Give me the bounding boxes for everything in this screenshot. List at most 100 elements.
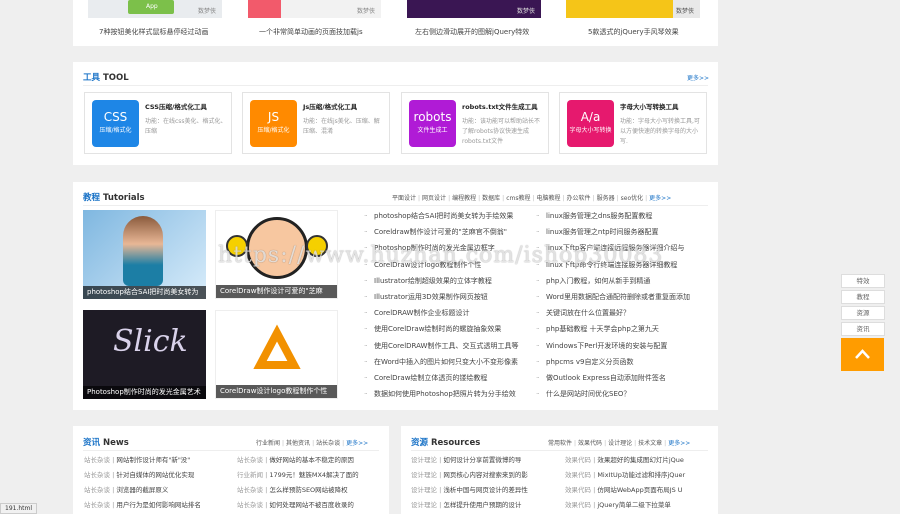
list-item[interactable]: 在Word中插入的图片如何只变大小不变形像素 bbox=[364, 354, 524, 370]
list-item[interactable]: 什么是网站时间优化SEO？ bbox=[536, 386, 708, 402]
list-item[interactable]: 站长杂谈 | 浏览器的截屏原义 bbox=[84, 483, 224, 498]
list-item[interactable]: Windows下Perl开发环境的安装与配置 bbox=[536, 338, 708, 354]
thumbnail-caption-1[interactable]: 7种按钮美化样式鼠标悬停经过动画 bbox=[99, 27, 208, 37]
back-to-top-button[interactable] bbox=[841, 338, 884, 371]
resources-nav-item[interactable]: 技术文章 bbox=[636, 440, 664, 447]
triangle-logo-icon bbox=[253, 324, 301, 369]
list-item[interactable]: CorelDraw绘制立体透页的镂绘教程 bbox=[364, 370, 524, 386]
list-item[interactable]: 效果代码 | MixItUp功能过滤和排序jQuer bbox=[565, 468, 707, 483]
list-item[interactable]: 站长杂谈 | 网站制作设计师有"新"没" bbox=[84, 453, 224, 468]
list-item[interactable]: 效果代码 | 效果超好的集成图幻灯片jQue bbox=[565, 453, 707, 468]
thumbnail-3[interactable]: 数梦侠 bbox=[407, 0, 541, 18]
resources-nav-item[interactable]: 设计理论 bbox=[606, 440, 634, 447]
list-item[interactable]: Illustrator绘制超级效果的立体字教程 bbox=[364, 273, 524, 289]
css-tool-icon: CSS 压缩/格式化 bbox=[92, 100, 139, 147]
resources-more-link[interactable]: 更多>> bbox=[666, 440, 692, 447]
list-item[interactable]: 数据如何使用Photoshop把照片转为分手绘效 bbox=[364, 386, 524, 402]
side-nav-tutorials[interactable]: 教程 bbox=[841, 290, 885, 304]
tools-divider bbox=[83, 85, 708, 86]
news-nav: 行业新闻 | 其他资讯 | 站长杂谈 | 更多>> bbox=[254, 440, 370, 447]
list-item[interactable]: 关键词放在什么位置最好？ bbox=[536, 305, 708, 321]
thumbnail-caption-2[interactable]: 一个非常简单动画的页面技加载js bbox=[259, 27, 363, 37]
tutorials-title-highlight: 教程 bbox=[83, 193, 101, 203]
tools-more-link[interactable]: 更多>> bbox=[687, 73, 709, 82]
news-list-right: 站长杂谈 | 做好网站的基本不稳定的原因 行业新闻 | 1799元！魅族MX4解… bbox=[237, 453, 377, 513]
list-item[interactable]: 设计理论 | 如何设计分享前置微博的导 bbox=[411, 453, 551, 468]
list-item[interactable]: 设计理论 | 网页核心内容对搜索来到的影 bbox=[411, 468, 551, 483]
thumbnail-1[interactable]: App 数梦侠 bbox=[88, 0, 222, 18]
tutorials-nav-item[interactable]: 网页设计 bbox=[420, 195, 448, 202]
list-item[interactable]: 使用CorelDraw绘制时尚的螺旋抽象效果 bbox=[364, 321, 524, 337]
side-nav-news[interactable]: 资讯 bbox=[841, 322, 885, 336]
news-more-link[interactable]: 更多>> bbox=[344, 440, 370, 447]
tutorials-nav-item[interactable]: seo优化 bbox=[619, 195, 646, 202]
list-item[interactable]: photoshop结合SAI把时尚美女转为手绘效果 bbox=[364, 208, 524, 224]
side-nav-effects[interactable]: 特效 bbox=[841, 274, 885, 288]
list-item[interactable]: 效果代码 | jQuery简单二级下拉菜单 bbox=[565, 498, 707, 513]
resources-title: 资源 Resources bbox=[411, 436, 480, 448]
list-item[interactable]: 站长杂谈 | 用户行为是如何影响网站排名 bbox=[84, 498, 224, 513]
tool-name[interactable]: Js压缩/格式化工具 bbox=[303, 101, 357, 111]
list-item[interactable]: 站长杂谈 | 怎么样预防SEO网站被降权 bbox=[237, 483, 377, 498]
list-item[interactable]: 使用CorelDRAW制作工具、交互式透明工具等 bbox=[364, 338, 524, 354]
thumbnail-watermark: 数梦侠 bbox=[516, 8, 535, 15]
tool-icon-label: A/a bbox=[580, 110, 601, 124]
tool-icon-sublabel: 字母大小写转换 bbox=[569, 127, 612, 134]
tools-title-highlight: 工具 bbox=[83, 73, 101, 83]
tool-name[interactable]: CSS压缩/格式化工具 bbox=[145, 101, 207, 111]
tutorial-image-3[interactable]: Slick Photoshop制作时尚的发光金属艺术 bbox=[83, 310, 206, 399]
tutorials-nav-item[interactable]: 平面设计 bbox=[390, 195, 418, 202]
list-item[interactable]: 设计理论 | 怎样提升使用户预期的设计 bbox=[411, 498, 551, 513]
app-badge: App bbox=[128, 0, 174, 14]
tutorial-image-4[interactable]: CorelDraw设计logo教程制作个性 bbox=[215, 310, 338, 399]
tutorials-more-link[interactable]: 更多>> bbox=[647, 195, 673, 202]
resources-title-text: Resources bbox=[428, 438, 481, 448]
tool-name[interactable]: 字母大小写转换工具 bbox=[620, 101, 679, 111]
resources-nav-item[interactable]: 效果代码 bbox=[576, 440, 604, 447]
tool-name[interactable]: robots.txt文件生成工具 bbox=[462, 101, 538, 111]
list-item[interactable]: Coreldraw制作设计可爱的"芝麻官不倒翁" bbox=[364, 224, 524, 240]
tool-icon-label: CSS bbox=[103, 110, 128, 124]
thumbnail-caption-3[interactable]: 左右侧边滑动展开的图解jQuery特效 bbox=[415, 27, 529, 37]
list-item[interactable]: 站长杂谈 | 做好网站的基本不稳定的原因 bbox=[237, 453, 377, 468]
case-convert-tool-icon: A/a 字母大小写转换 bbox=[567, 100, 614, 147]
tutorials-nav-item[interactable]: 服务器 bbox=[595, 195, 617, 202]
tutorials-nav-item[interactable]: 办公软件 bbox=[565, 195, 593, 202]
side-nav-resources[interactable]: 资源 bbox=[841, 306, 885, 320]
tool-card-robots[interactable]: robots 文件生成工 robots.txt文件生成工具 功能：该功能可以帮助… bbox=[401, 92, 549, 154]
tutorials-nav-item[interactable]: cms教程 bbox=[504, 195, 532, 202]
news-nav-item[interactable]: 行业新闻 bbox=[254, 440, 282, 447]
tutorials-nav-item[interactable]: 编程教程 bbox=[450, 195, 478, 202]
thumbnail-4[interactable]: 数梦侠 bbox=[566, 0, 700, 18]
list-item[interactable]: 站长杂谈 | 如何处理网站不被百度收录的 bbox=[237, 498, 377, 513]
news-nav-item[interactable]: 站长杂谈 bbox=[314, 440, 342, 447]
list-item[interactable]: Illustrator运用3D效果制作网页按钮 bbox=[364, 289, 524, 305]
tool-card-css[interactable]: CSS 压缩/格式化 CSS压缩/格式化工具 功能：在线css美化、格式化、压缩 bbox=[84, 92, 232, 154]
list-item[interactable]: linux服务管理之dns服务配置教程 bbox=[536, 208, 708, 224]
tool-card-js[interactable]: JS 压缩/格式化 Js压缩/格式化工具 功能：在线js美化、压缩、解压缩、混淆 bbox=[242, 92, 390, 154]
news-nav-item[interactable]: 其他资讯 bbox=[284, 440, 312, 447]
app-badge-label: App bbox=[146, 3, 158, 10]
list-item[interactable]: linux服务管理之ntp时间服务器配置 bbox=[536, 224, 708, 240]
resources-divider bbox=[411, 450, 708, 451]
list-item[interactable]: php基础教程 十天学会php之第九天 bbox=[536, 321, 708, 337]
list-item[interactable]: 效果代码 | 仿网站WebApp页面布局JS U bbox=[565, 483, 707, 498]
resources-nav-item[interactable]: 常用软件 bbox=[546, 440, 574, 447]
thumbnail-caption-4[interactable]: 5款透式的jQuery手风琴效果 bbox=[588, 27, 679, 37]
list-item[interactable]: 设计理论 | 浅析中国与网页设计的差异性 bbox=[411, 483, 551, 498]
list-item[interactable]: phpcms v9自定义分页函数 bbox=[536, 354, 708, 370]
tool-icon-sublabel: 文件生成工 bbox=[417, 127, 448, 134]
thumbnail-2[interactable]: 数梦侠 bbox=[248, 0, 381, 18]
tool-card-case[interactable]: A/a 字母大小写转换 字母大小写转换工具 功能：字母大小写转换工具,可以方便快… bbox=[559, 92, 707, 154]
tutorials-nav-item[interactable]: 数据库 bbox=[480, 195, 502, 202]
tutorial-image-1[interactable]: photoshop结合SAI把时尚美女转为 bbox=[83, 210, 206, 299]
tutorials-nav-item[interactable]: 电脑教程 bbox=[535, 195, 563, 202]
list-item[interactable]: 做Outlook Express自动添加附件签名 bbox=[536, 370, 708, 386]
list-item[interactable]: CorelDRAW制作企业标题设计 bbox=[364, 305, 524, 321]
top-strip-panel: App 数梦侠 数梦侠 数梦侠 数梦侠 7种按钮美化样式鼠标悬停经过动画 一个非… bbox=[73, 0, 718, 46]
list-item[interactable]: Word里用数据配合通配符删除或者重复面添加 bbox=[536, 289, 708, 305]
tutorial-image-caption: photoshop结合SAI把时尚美女转为 bbox=[83, 286, 206, 299]
list-item[interactable]: 站长杂谈 | 针对自媒体的网站优化实现 bbox=[84, 468, 224, 483]
list-item[interactable]: 行业新闻 | 1799元！魅族MX4解决了面的 bbox=[237, 468, 377, 483]
list-item[interactable]: php入门教程，如何从新手到精通 bbox=[536, 273, 708, 289]
